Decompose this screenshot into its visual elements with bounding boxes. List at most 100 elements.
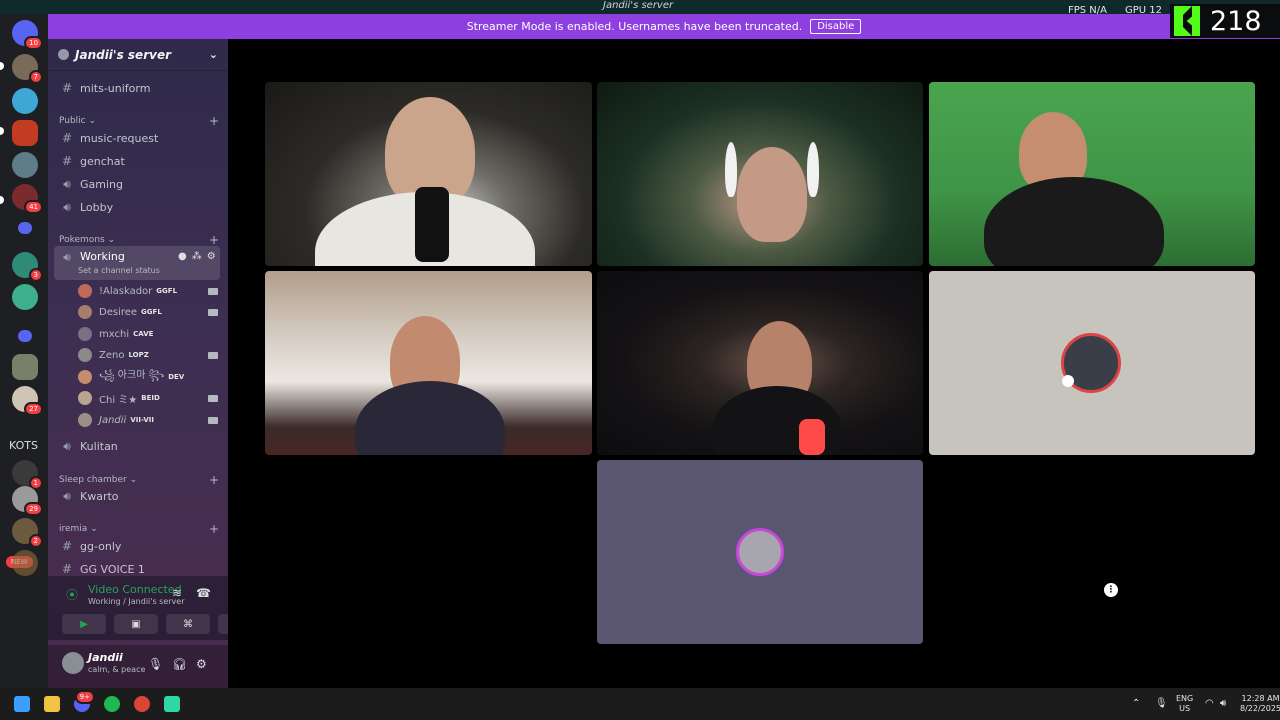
microphone-prop	[415, 187, 449, 262]
headphones-icon[interactable]: 🎧︎	[172, 657, 187, 671]
channel-mits-uniform[interactable]: # mits-uniform	[54, 77, 220, 99]
audio-only-tile[interactable]	[929, 271, 1255, 455]
server-icon[interactable]	[12, 88, 38, 114]
more-options-icon[interactable]: ⋮	[1104, 583, 1118, 597]
speaker-icon: 🔊︎	[63, 438, 71, 453]
video-tile[interactable]	[265, 271, 592, 455]
speaker-icon: 🔊︎	[63, 488, 71, 503]
voice-user[interactable]: Zeno LOPZ	[78, 345, 218, 365]
server-icon[interactable]: 27	[12, 386, 43, 416]
audio-only-tile[interactable]	[597, 460, 923, 644]
gear-icon[interactable]: ⚙	[196, 657, 207, 671]
viewer-count: 218	[1210, 5, 1262, 37]
microphone-icon[interactable]: 🎙︎	[1155, 698, 1168, 709]
chat-icon[interactable]: ●	[178, 251, 187, 262]
server-icon[interactable]	[12, 284, 38, 310]
language-indicator[interactable]: ENG US	[1176, 694, 1193, 714]
microphone-icon[interactable]: 🎙︎	[148, 657, 163, 671]
server-icon[interactable]: 41	[12, 184, 43, 214]
server-kots-label[interactable]: KOTS	[9, 439, 38, 452]
channel-gaming[interactable]: 🔊︎ Gaming	[54, 173, 220, 195]
server-icon[interactable]: 3	[12, 252, 43, 282]
server-icon[interactable]: 2	[12, 518, 43, 548]
avatar	[78, 327, 92, 341]
hashtag-icon: #	[61, 562, 73, 576]
guild-tag: DEV	[168, 373, 185, 381]
camera-button[interactable]: ▶	[62, 614, 106, 634]
light-prop	[799, 419, 825, 455]
mention-badge: 3	[28, 268, 43, 282]
screen-share-button[interactable]: ▣	[114, 614, 158, 634]
channel-genchat[interactable]: # genchat	[54, 150, 220, 172]
voice-user[interactable]: Jandii VII-VII	[78, 410, 218, 430]
category-public[interactable]: Public ⌄ +	[59, 114, 219, 128]
voice-user[interactable]: Chi ミ★ BEID	[78, 388, 218, 408]
file-explorer-icon[interactable]	[44, 696, 60, 712]
video-tile[interactable]	[597, 271, 923, 455]
voice-user[interactable]: mxchi CAVE	[78, 324, 218, 344]
server-icon[interactable]: 7	[12, 54, 43, 84]
server-icon[interactable]: 1	[12, 460, 43, 490]
set-channel-status-link[interactable]: Set a channel status	[78, 266, 160, 275]
channel-music-request[interactable]: # music-request	[54, 127, 220, 149]
guild-tag: VII-VII	[130, 416, 154, 424]
username: mxchi	[99, 328, 130, 340]
voice-connection-panel: ⦿ Video Connected Working / Jandii's ser…	[48, 576, 262, 640]
video-tile[interactable]	[265, 82, 592, 266]
video-tile[interactable]	[597, 82, 923, 266]
channel-label: Working	[80, 250, 125, 263]
hashtag-icon: #	[61, 81, 73, 95]
current-username[interactable]: Jandii	[88, 651, 123, 664]
server-icon[interactable]	[12, 550, 38, 576]
folder-icon[interactable]	[18, 330, 32, 342]
start-icon[interactable]	[14, 696, 30, 712]
server-icon[interactable]	[12, 120, 38, 146]
chevron-up-icon[interactable]: ⌃	[1132, 698, 1140, 709]
speaker-icon: 🔊︎	[63, 199, 71, 214]
wifi-icon[interactable]: ◠	[1205, 698, 1214, 709]
video-tile[interactable]	[929, 82, 1255, 266]
app-icon[interactable]	[164, 696, 180, 712]
discord-icon[interactable]: 9+	[74, 690, 95, 712]
language-code: ENG	[1176, 694, 1194, 703]
voice-user[interactable]: Desiree GGFL	[78, 302, 218, 322]
chrome-icon[interactable]	[134, 696, 150, 712]
signal-icon[interactable]: ⦿	[66, 586, 78, 603]
guild-tag: LOPZ	[128, 351, 149, 359]
add-channel-icon[interactable]: +	[209, 522, 219, 536]
voice-user[interactable]: !Alaskador GGFL	[78, 281, 218, 301]
window-titlebar: Jandii's server FPS N/A GPU 12	[0, 0, 1280, 16]
clock[interactable]: 12:28 AM 8/22/2025	[1240, 694, 1280, 714]
category-iremia[interactable]: iremia ⌄ +	[59, 522, 219, 536]
server-icon[interactable]: 29	[12, 486, 43, 516]
server-icon[interactable]	[12, 354, 38, 380]
category-pokemons[interactable]: Pokemons ⌄ +	[59, 233, 219, 247]
channel-lobby[interactable]: 🔊︎ Lobby	[54, 196, 220, 218]
activities-button[interactable]: ⌘	[166, 614, 210, 634]
hashtag-icon: #	[61, 131, 73, 145]
direct-messages-icon[interactable]: 10	[12, 20, 43, 50]
channel-kulitan[interactable]: 🔊︎ Kulitan	[54, 435, 220, 457]
kick-logo-icon	[1174, 6, 1200, 36]
invite-icon[interactable]: ⁂	[192, 251, 202, 262]
channel-label: genchat	[80, 154, 125, 168]
voice-user[interactable]: ꧁ 아크마 ꧂ DEV	[78, 367, 218, 387]
disable-streamer-mode-button[interactable]: Disable	[810, 19, 862, 34]
spotify-icon[interactable]	[104, 696, 120, 712]
add-channel-icon[interactable]: +	[209, 233, 219, 247]
disconnect-icon[interactable]: ☎	[196, 586, 211, 600]
alert-icon	[1062, 375, 1074, 387]
kick-viewer-counter: 218	[1170, 4, 1280, 38]
gear-icon[interactable]: ⚙	[207, 251, 216, 262]
add-channel-icon[interactable]: +	[209, 114, 219, 128]
server-icon[interactable]	[12, 152, 38, 178]
avatar[interactable]	[62, 652, 84, 674]
voice-location[interactable]: Working / Jandii's server	[88, 597, 185, 606]
voice-status[interactable]: Video Connected	[88, 583, 182, 596]
server-header[interactable]: Jandii's server ⌄	[48, 39, 228, 71]
folder-icon[interactable]	[18, 222, 32, 234]
volume-icon[interactable]: 🔊︎	[1220, 698, 1226, 709]
noise-suppression-icon[interactable]: ≋	[172, 586, 182, 600]
channel-gg-only[interactable]: # gg-only	[54, 535, 220, 557]
channel-kwarto[interactable]: 🔊︎ Kwarto	[54, 485, 220, 507]
